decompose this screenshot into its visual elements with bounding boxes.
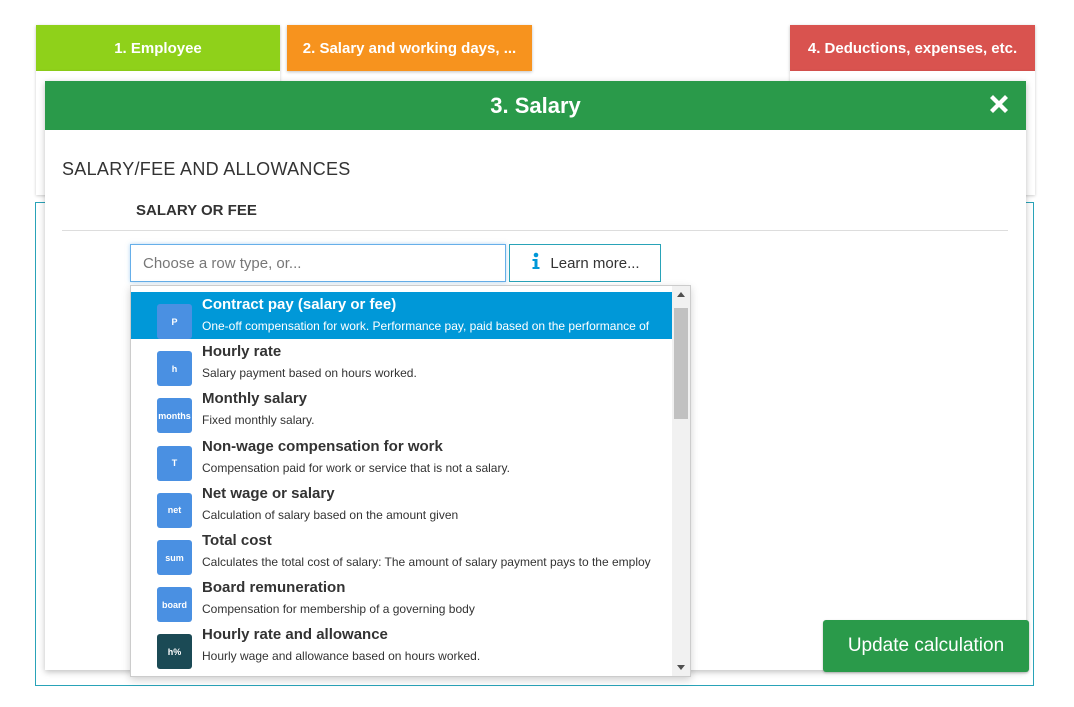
info-icon bbox=[530, 252, 542, 274]
tab-deductions-label: 4. Deductions, expenses, etc. bbox=[807, 39, 1018, 57]
dropdown-item-description: Calculation of salary based on the amoun… bbox=[202, 507, 459, 522]
update-calculation-button[interactable]: Update calculation bbox=[823, 620, 1029, 672]
dropdown-item-label: Board remuneration bbox=[202, 579, 346, 597]
update-calculation-label: Update calculation bbox=[847, 635, 1005, 656]
dropdown-item[interactable]: h% Hourly rate and allowance Hourly wage a… bbox=[131, 622, 672, 670]
row-type-badge-icon: h% bbox=[157, 634, 192, 670]
dropdown-item-description: One-off compensation for work. Performan… bbox=[202, 319, 650, 333]
row-type-badge-icon: T bbox=[157, 445, 192, 481]
learn-more-button[interactable]: Learn more... bbox=[509, 244, 661, 282]
dropdown-item-label: Contract pay (salary or fee) bbox=[202, 296, 397, 313]
dropdown-item[interactable]: net Net wage or salary Calculation of sala… bbox=[131, 481, 672, 528]
dropdown-item[interactable]: months Monthly salary Fixed monthly salary… bbox=[131, 386, 672, 434]
modal-title: 3. Salary bbox=[490, 92, 581, 118]
divider bbox=[62, 230, 1008, 231]
dropdown-item[interactable]: h Hourly rate Salary payment based on hour… bbox=[131, 339, 672, 387]
dropdown-item-label: Non-wage compensation for work bbox=[202, 437, 443, 455]
row-type-input[interactable] bbox=[130, 244, 506, 282]
row-type-badge-icon: months bbox=[157, 398, 192, 434]
arrow-up-icon[interactable] bbox=[672, 286, 690, 303]
row-type-badge-icon: net bbox=[157, 492, 192, 528]
tab-employee[interactable]: 1. Employee bbox=[36, 25, 280, 71]
row-type-badge-icon: P bbox=[157, 304, 192, 339]
tab-employee-label: 1. Employee bbox=[114, 39, 202, 57]
dropdown-item-description: Compensation for membership of a governi… bbox=[202, 602, 475, 617]
row-type-badge-icon: h bbox=[157, 351, 192, 387]
learn-more-label: Learn more... bbox=[550, 254, 640, 272]
dropdown-item[interactable]: sum Total cost Calculates the total cost o… bbox=[131, 528, 672, 575]
arrow-down-icon[interactable] bbox=[672, 659, 690, 676]
dropdown-item[interactable]: board Board remuneration Compensation for … bbox=[131, 575, 672, 623]
row-type-badge-icon: board bbox=[157, 587, 192, 623]
sub-title: SALARY OR FEE bbox=[136, 202, 257, 219]
dropdown-item[interactable]: P Contract pay (salary or fee) One-off com… bbox=[131, 292, 672, 339]
dropdown-item-description: Hourly wage and allowance based on hours… bbox=[202, 649, 481, 664]
dropdown-item-description: Calculates the total cost of salary: The… bbox=[202, 555, 651, 569]
dropdown-item-label: Hourly rate and allowance bbox=[202, 626, 388, 644]
dropdown-item-label: Hourly rate bbox=[202, 343, 282, 361]
dropdown-item-label: Monthly salary bbox=[202, 390, 308, 408]
dropdown-item-label: Overtime bbox=[202, 674, 267, 676]
tab-salary-days[interactable]: 2. Salary and working days, ... bbox=[287, 25, 532, 71]
dropdown-item-description: Salary payment based on hours worked. bbox=[202, 366, 417, 381]
dropdown-item-description: Compensation paid for work or service th… bbox=[202, 460, 510, 475]
dropdown-item-label: Total cost bbox=[202, 532, 272, 549]
tab-salary-days-label: 2. Salary and working days, ... bbox=[302, 39, 517, 57]
dropdown-list: P Contract pay (salary or fee) One-off com… bbox=[131, 286, 672, 676]
modal-header: 3. Salary bbox=[45, 81, 1026, 130]
dropdown-item-description: Fixed monthly salary. bbox=[202, 413, 315, 428]
row-type-badge-icon: sum bbox=[157, 540, 192, 575]
scrollbar-thumb[interactable] bbox=[674, 308, 688, 419]
tab-deductions[interactable]: 4. Deductions, expenses, etc. bbox=[790, 25, 1035, 71]
section-title: SALARY/FEE AND ALLOWANCES bbox=[62, 159, 351, 179]
row-type-dropdown[interactable]: P Contract pay (salary or fee) One-off com… bbox=[130, 285, 691, 677]
dropdown-item[interactable]: T Non-wage compensation for work Compensat… bbox=[131, 434, 672, 481]
dropdown-item[interactable]: Overtime bbox=[131, 670, 672, 676]
close-icon[interactable] bbox=[984, 89, 1014, 119]
dropdown-item-label: Net wage or salary bbox=[202, 484, 335, 502]
scrollbar[interactable] bbox=[672, 286, 690, 676]
